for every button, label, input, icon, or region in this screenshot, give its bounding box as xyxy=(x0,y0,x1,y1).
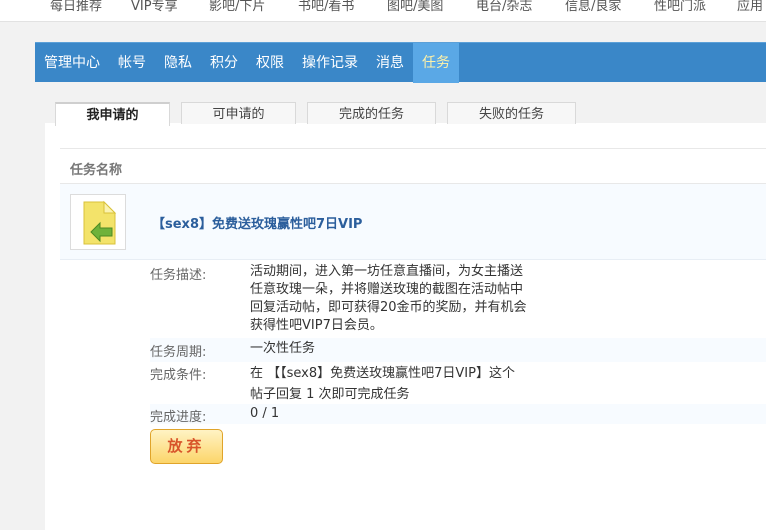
task-table-header: 任务名称 xyxy=(60,148,766,184)
topnav-item-radio[interactable]: 电台/杂志 xyxy=(476,0,532,16)
nav-item-admin-center[interactable]: 管理中心 xyxy=(35,43,109,83)
file-arrow-icon xyxy=(83,200,117,245)
task-condition-text: 在 【【sex8】免费送玫瑰赢性吧7日VIP】这个 帖子回复 1 次即可完成任务 xyxy=(250,363,590,405)
task-description-line: 获得性吧VIP7日会员。 xyxy=(250,318,383,333)
task-progress-value: 0 / 1 xyxy=(250,406,280,421)
task-condition-label: 完成条件: xyxy=(150,368,207,383)
task-title-link[interactable]: 【sex8】免费送玫瑰赢性吧7日VIP xyxy=(152,213,362,232)
nav-item-logs[interactable]: 操作记录 xyxy=(293,43,367,83)
task-condition-line: 在 【【sex8】免费送玫瑰赢性吧7日VIP】这个 xyxy=(250,366,515,381)
task-description-line: 活动期间，进入第一坊任意直播间，为女主播送 xyxy=(250,264,524,279)
task-progress-label: 完成进度: xyxy=(150,410,207,425)
user-center-nav: 管理中心 帐号 隐私 积分 权限 操作记录 消息 任务 xyxy=(35,42,766,83)
topnav-item-vip[interactable]: VIP专享 xyxy=(131,0,178,16)
topnav-item-apps[interactable]: 应用 xyxy=(737,0,763,16)
task-description-label: 任务描述: xyxy=(150,268,207,283)
topnav-item-sects[interactable]: 性吧门派 xyxy=(654,0,706,16)
nav-item-tasks[interactable]: 任务 xyxy=(413,43,459,83)
column-header-task-name: 任务名称 xyxy=(70,163,123,178)
nav-item-messages[interactable]: 消息 xyxy=(367,43,413,83)
tab-failed[interactable]: 失败的任务 xyxy=(447,102,576,124)
task-progress-row: 完成进度: 0 / 1 xyxy=(150,404,766,425)
task-period-value: 一次性任务 xyxy=(250,341,316,356)
task-description-text: 活动期间，进入第一坊任意直播间，为女主播送 任意玫瑰一朵，并将赠送玫瑰的截图在活… xyxy=(250,263,560,335)
task-description-line: 回复活动帖，即可获得20金币的奖励，并有机会 xyxy=(250,300,527,315)
task-condition-line: 帖子回复 1 次即可完成任务 xyxy=(250,387,410,402)
topnav-item-pictures[interactable]: 图吧/美图 xyxy=(387,0,443,16)
task-row: 【sex8】免费送玫瑰赢性吧7日VIP xyxy=(60,184,766,260)
tab-completed[interactable]: 完成的任务 xyxy=(307,102,436,124)
nav-item-privacy[interactable]: 隐私 xyxy=(155,43,201,83)
nav-item-permissions[interactable]: 权限 xyxy=(247,43,293,83)
task-period-row: 任务周期: 一次性任务 xyxy=(150,338,766,362)
top-category-nav: 每日推荐 VIP专享 影吧/下片 书吧/看书 图吧/美图 电台/杂志 信息/良家… xyxy=(0,0,766,22)
give-up-button[interactable]: 放弃 xyxy=(150,429,223,464)
topnav-item-books[interactable]: 书吧/看书 xyxy=(298,0,354,16)
task-icon-frame xyxy=(70,194,126,250)
task-description-line: 任意玫瑰一朵，并将赠送玫瑰的截图在活动帖中 xyxy=(250,282,524,297)
task-description-row: 任务描述: 活动期间，进入第一坊任意直播间，为女主播送 任意玫瑰一朵，并将赠送玫… xyxy=(150,260,766,340)
nav-item-points[interactable]: 积分 xyxy=(201,43,247,83)
tab-my-applied[interactable]: 我申请的 xyxy=(55,102,170,126)
tab-available[interactable]: 可申请的 xyxy=(181,102,296,124)
task-condition-row: 完成条件: 在 【【sex8】免费送玫瑰赢性吧7日VIP】这个 帖子回复 1 次… xyxy=(150,362,766,404)
nav-item-account[interactable]: 帐号 xyxy=(109,43,155,83)
topnav-item-info[interactable]: 信息/良家 xyxy=(565,0,621,16)
task-period-label: 任务周期: xyxy=(150,345,207,360)
topnav-item-daily[interactable]: 每日推荐 xyxy=(50,0,102,16)
topnav-item-movies[interactable]: 影吧/下片 xyxy=(209,0,265,16)
